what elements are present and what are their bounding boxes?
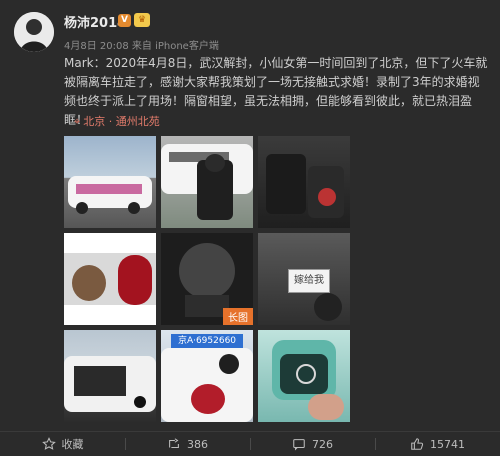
thumbs-up-icon xyxy=(411,438,424,450)
comment-button[interactable]: 726 xyxy=(250,432,375,456)
bus-plate-text: 京A·6952660 xyxy=(171,334,243,348)
avatar-photo xyxy=(14,12,54,52)
avatar[interactable] xyxy=(14,12,54,52)
location-link[interactable]: ⌖ 北京 · 通州北苑 xyxy=(74,113,160,129)
image-grid: 长图 嫁给我 京A·6952660 xyxy=(64,136,350,422)
star-icon xyxy=(41,437,56,450)
post-meta: 4月8日 20:08 来自 iPhone客户端 xyxy=(64,41,219,52)
vip-crown-icon: ♛ xyxy=(134,13,150,27)
long-image-tag: 长图 xyxy=(223,308,253,325)
save-label: 收藏 xyxy=(61,438,84,451)
image-3[interactable] xyxy=(258,136,350,228)
comment-icon xyxy=(293,439,305,451)
share-icon xyxy=(169,438,179,449)
save-button[interactable]: 收藏 xyxy=(0,432,125,456)
like-count: 15741 xyxy=(430,437,465,451)
post-actions: 收藏 386 726 15741 xyxy=(0,432,500,456)
location-pin-icon: ⌖ xyxy=(74,115,81,128)
like-button[interactable]: 15741 xyxy=(375,432,500,456)
image-8[interactable]: 京A·6952660 xyxy=(161,330,253,422)
comment-count: 726 xyxy=(312,437,333,451)
image-6[interactable]: 嫁给我 xyxy=(258,233,350,325)
location-text: 北京 · 通州北苑 xyxy=(83,115,160,128)
weibo-post-card: 杨沛2014 V ♛ 4月8日 20:08 来自 iPhone客户端 Mark：… xyxy=(0,0,500,456)
share-count: 386 xyxy=(187,437,208,451)
share-button[interactable]: 386 xyxy=(125,432,250,456)
user-name[interactable]: 杨沛2014 xyxy=(64,12,126,31)
image-2[interactable] xyxy=(161,136,253,228)
image-7[interactable] xyxy=(64,330,156,422)
image-9[interactable] xyxy=(258,330,350,422)
image-5-long[interactable]: 长图 xyxy=(161,233,253,325)
verified-badge-icon: V xyxy=(118,14,131,27)
image-1[interactable] xyxy=(64,136,156,228)
image-4[interactable] xyxy=(64,233,156,325)
image-card-text: 嫁给我 xyxy=(288,269,330,293)
